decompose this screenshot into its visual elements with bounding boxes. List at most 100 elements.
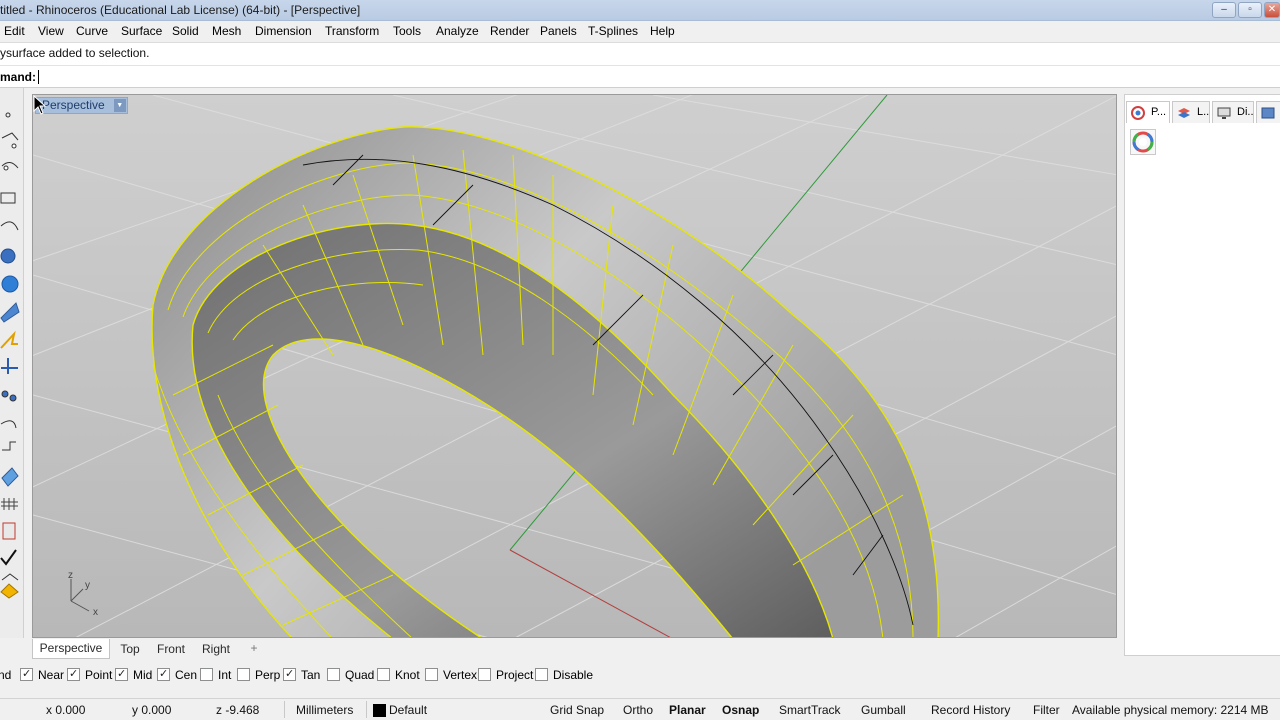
osnap-label: Near — [38, 668, 65, 682]
menu-render[interactable]: Render — [490, 24, 529, 38]
menu-mesh[interactable]: Mesh — [212, 24, 241, 38]
osnap-label: Knot — [395, 668, 420, 682]
offset-tool-icon[interactable] — [2, 441, 16, 451]
axis-x-label: x — [93, 607, 98, 617]
solid-tool-icon[interactable] — [1, 275, 19, 293]
osnap-checkbox[interactable] — [237, 668, 250, 681]
menu-view[interactable]: View — [38, 24, 64, 38]
status-units[interactable]: Millimeters — [296, 703, 353, 717]
menu-transform[interactable]: Transform — [325, 24, 379, 38]
osnap-label: Tan — [301, 668, 321, 682]
maximize-button[interactable]: ▫ — [1238, 2, 1262, 18]
tab-display[interactable]: Di... — [1212, 101, 1254, 123]
surface-tool-icon[interactable] — [0, 248, 16, 264]
tab-layers[interactable]: L... — [1172, 101, 1210, 123]
menu-solid[interactable]: Solid — [172, 24, 199, 38]
menu-panels[interactable]: Panels — [540, 24, 577, 38]
title-bar: titled - Rhinoceros (Educational Lab Lic… — [0, 0, 1280, 21]
osnap-checkbox[interactable] — [67, 667, 80, 681]
menu-dimension[interactable]: Dimension — [255, 24, 312, 38]
dimension-tool-icon[interactable] — [1, 358, 18, 374]
boolean-tool-icon[interactable] — [1, 467, 19, 487]
smarttrack-toggle[interactable]: SmartTrack — [779, 703, 841, 717]
menu-analyze[interactable]: Analyze — [436, 24, 479, 38]
menu-t-splines[interactable]: T-Splines — [588, 24, 638, 38]
memory-status: Available physical memory: 2214 MB — [1072, 703, 1269, 717]
osnap-checkbox[interactable] — [115, 667, 128, 681]
menu-edit[interactable]: Edit — [4, 24, 25, 38]
osnap-label: Int — [218, 668, 232, 682]
osnap-checkbox[interactable] — [157, 667, 170, 681]
render-tool-icon[interactable] — [0, 583, 19, 599]
menu-help[interactable]: Help — [650, 24, 675, 38]
minimize-button[interactable]: – — [1212, 2, 1236, 18]
tab-help[interactable]: H — [1256, 101, 1280, 123]
viewport-title-tab[interactable]: Perspective ▼ — [35, 97, 128, 114]
grid-snap-toggle[interactable]: Grid Snap — [550, 703, 604, 717]
fillet-tool-icon[interactable] — [0, 420, 17, 429]
command-prompt: mand: — [0, 70, 36, 84]
menu-curve[interactable]: Curve — [76, 24, 108, 38]
tab-right[interactable]: Right — [196, 639, 236, 659]
tab-front[interactable]: Front — [152, 639, 190, 659]
osnap-label: Point — [85, 668, 113, 682]
arc-tool-icon[interactable] — [0, 221, 19, 231]
osnap-checkbox[interactable] — [283, 667, 296, 681]
text-caret — [38, 70, 39, 84]
viewport-menu-dropdown-icon[interactable]: ▼ — [113, 99, 126, 112]
command-history-text: ysurface added to selection. — [0, 46, 150, 60]
point-tool-icon[interactable] — [5, 112, 11, 118]
tab-display-label: Di... — [1237, 106, 1254, 118]
rectangle-tool-icon[interactable] — [0, 192, 16, 204]
polyline-tool-icon[interactable] — [1, 132, 19, 141]
transform-tool-icon[interactable] — [0, 330, 18, 349]
record-history-toggle[interactable]: Record History — [931, 703, 1010, 717]
gumball-toggle[interactable]: Gumball — [861, 703, 906, 717]
tab-properties[interactable]: P... — [1126, 101, 1170, 123]
status-bar: x 0.000 y 0.000 z -9.468 Millimeters Def… — [0, 698, 1280, 720]
analyze-tool-icon[interactable] — [2, 522, 16, 540]
planar-toggle[interactable]: Planar — [669, 703, 706, 717]
osnap-checkbox[interactable] — [478, 668, 491, 681]
axis-y-label: y — [85, 580, 90, 591]
right-panel: P... L... Di... H — [1124, 94, 1280, 656]
osnap-checkbox[interactable] — [200, 668, 213, 681]
status-z-coord: z -9.468 — [216, 703, 260, 717]
menu-bar: Edit View Curve Surface Solid Mesh Dimension Tr… — [0, 21, 1280, 42]
group-tool-icon[interactable] — [9, 394, 17, 402]
osnap-bar: nd Near Point Mid Cen Int Perp Tan Quad Knot Verte… — [0, 664, 1280, 686]
command-line[interactable]: mand: — [0, 65, 1280, 88]
check-tool-icon[interactable] — [0, 549, 17, 566]
osnap-checkbox[interactable] — [535, 668, 548, 681]
osnap-checkbox[interactable] — [377, 668, 390, 681]
osnap-label: Quad — [345, 668, 375, 682]
status-layer[interactable]: Default — [389, 703, 427, 717]
left-toolbar — [0, 88, 24, 638]
menu-surface[interactable]: Surface — [121, 24, 162, 38]
osnap-label: Cen — [175, 668, 198, 682]
status-y-coord: y 0.000 — [132, 703, 172, 717]
color-wheel-icon[interactable] — [1130, 129, 1156, 155]
filter-toggle[interactable]: Filter — [1033, 703, 1060, 717]
osnap-checkbox[interactable] — [425, 668, 438, 681]
menu-tools[interactable]: Tools — [393, 24, 421, 38]
ortho-toggle[interactable]: Ortho — [623, 703, 653, 717]
command-history: ysurface added to selection. — [0, 42, 1280, 65]
viewport-tabs: Perspective Top Front Right + — [32, 639, 1117, 659]
osnap-checkbox[interactable] — [327, 668, 340, 681]
perspective-viewport[interactable]: Perspective ▼ z y x — [32, 94, 1117, 638]
osnap-label: Mid — [133, 668, 153, 682]
mesh-tool-icon[interactable] — [0, 302, 20, 323]
viewport-scene[interactable] — [33, 95, 1117, 638]
osnap-label: nd — [0, 668, 12, 682]
close-button[interactable]: ✕ — [1264, 2, 1280, 18]
grid-tool-icon[interactable] — [1, 498, 18, 510]
status-x-coord: x 0.000 — [46, 703, 86, 717]
axis-indicator: z y x — [63, 571, 113, 617]
add-viewport-tab-icon[interactable]: + — [246, 639, 262, 657]
layers-icon — [1178, 108, 1190, 118]
osnap-checkbox[interactable] — [20, 667, 33, 681]
osnap-toggle[interactable]: Osnap — [722, 703, 759, 717]
tab-perspective[interactable]: Perspective — [32, 639, 110, 659]
tab-top[interactable]: Top — [114, 639, 146, 659]
